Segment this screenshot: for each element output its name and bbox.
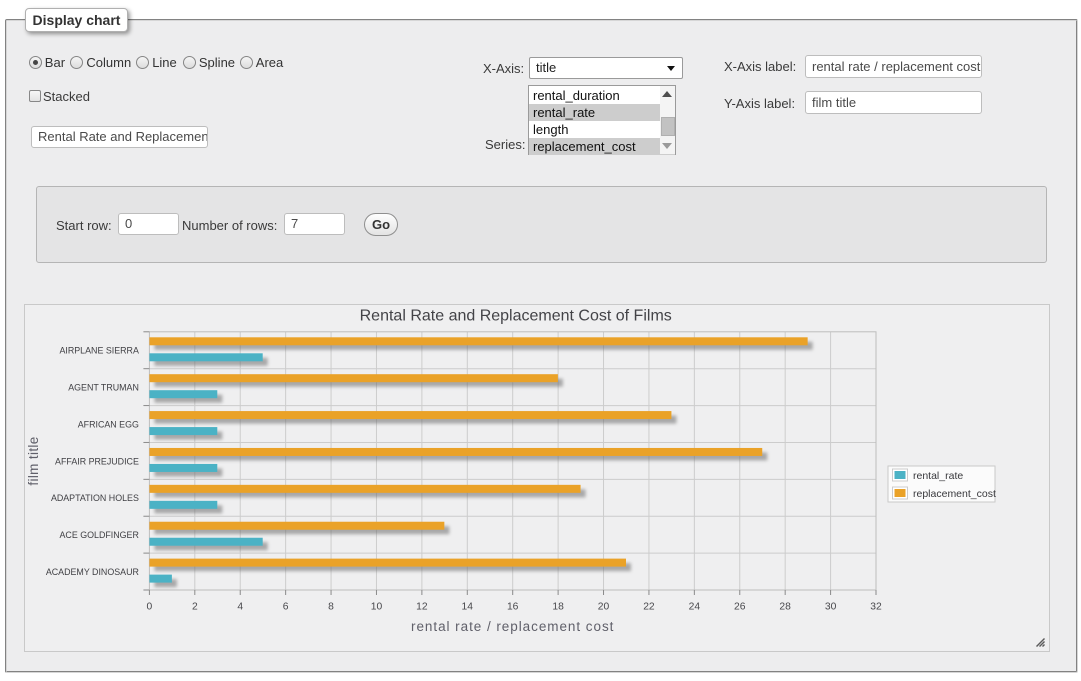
svg-text:AFFAIR PREJUDICE: AFFAIR PREJUDICE bbox=[55, 456, 139, 466]
svg-text:8: 8 bbox=[328, 602, 334, 613]
svg-text:2: 2 bbox=[192, 602, 198, 613]
svg-text:ACADEMY DINOSAUR: ACADEMY DINOSAUR bbox=[46, 567, 139, 577]
svg-text:16: 16 bbox=[507, 602, 519, 613]
svg-text:14: 14 bbox=[462, 602, 474, 613]
svg-text:film title: film title bbox=[26, 436, 41, 485]
svg-text:ADAPTATION HOLES: ADAPTATION HOLES bbox=[51, 493, 139, 503]
svg-text:rental_rate: rental_rate bbox=[913, 470, 963, 482]
svg-text:replacement_cost: replacement_cost bbox=[913, 488, 996, 500]
svg-text:AFRICAN EGG: AFRICAN EGG bbox=[78, 419, 139, 429]
svg-text:4: 4 bbox=[237, 602, 243, 613]
svg-text:0: 0 bbox=[147, 602, 153, 613]
svg-text:AGENT TRUMAN: AGENT TRUMAN bbox=[68, 383, 139, 393]
svg-text:18: 18 bbox=[552, 602, 564, 613]
svg-text:22: 22 bbox=[643, 602, 655, 613]
svg-text:6: 6 bbox=[283, 602, 289, 613]
svg-text:24: 24 bbox=[689, 602, 701, 613]
svg-text:26: 26 bbox=[734, 602, 746, 613]
svg-text:rental rate / replacement cost: rental rate / replacement cost bbox=[411, 619, 614, 634]
svg-text:28: 28 bbox=[779, 602, 791, 613]
svg-text:32: 32 bbox=[870, 602, 882, 613]
svg-text:12: 12 bbox=[416, 602, 428, 613]
svg-text:Rental Rate and Replacement Co: Rental Rate and Replacement Cost of Film… bbox=[360, 308, 672, 325]
svg-text:30: 30 bbox=[825, 602, 837, 613]
svg-text:AIRPLANE SIERRA: AIRPLANE SIERRA bbox=[59, 346, 138, 356]
svg-text:20: 20 bbox=[598, 602, 610, 613]
svg-text:10: 10 bbox=[371, 602, 383, 613]
svg-text:ACE GOLDFINGER: ACE GOLDFINGER bbox=[59, 530, 138, 540]
